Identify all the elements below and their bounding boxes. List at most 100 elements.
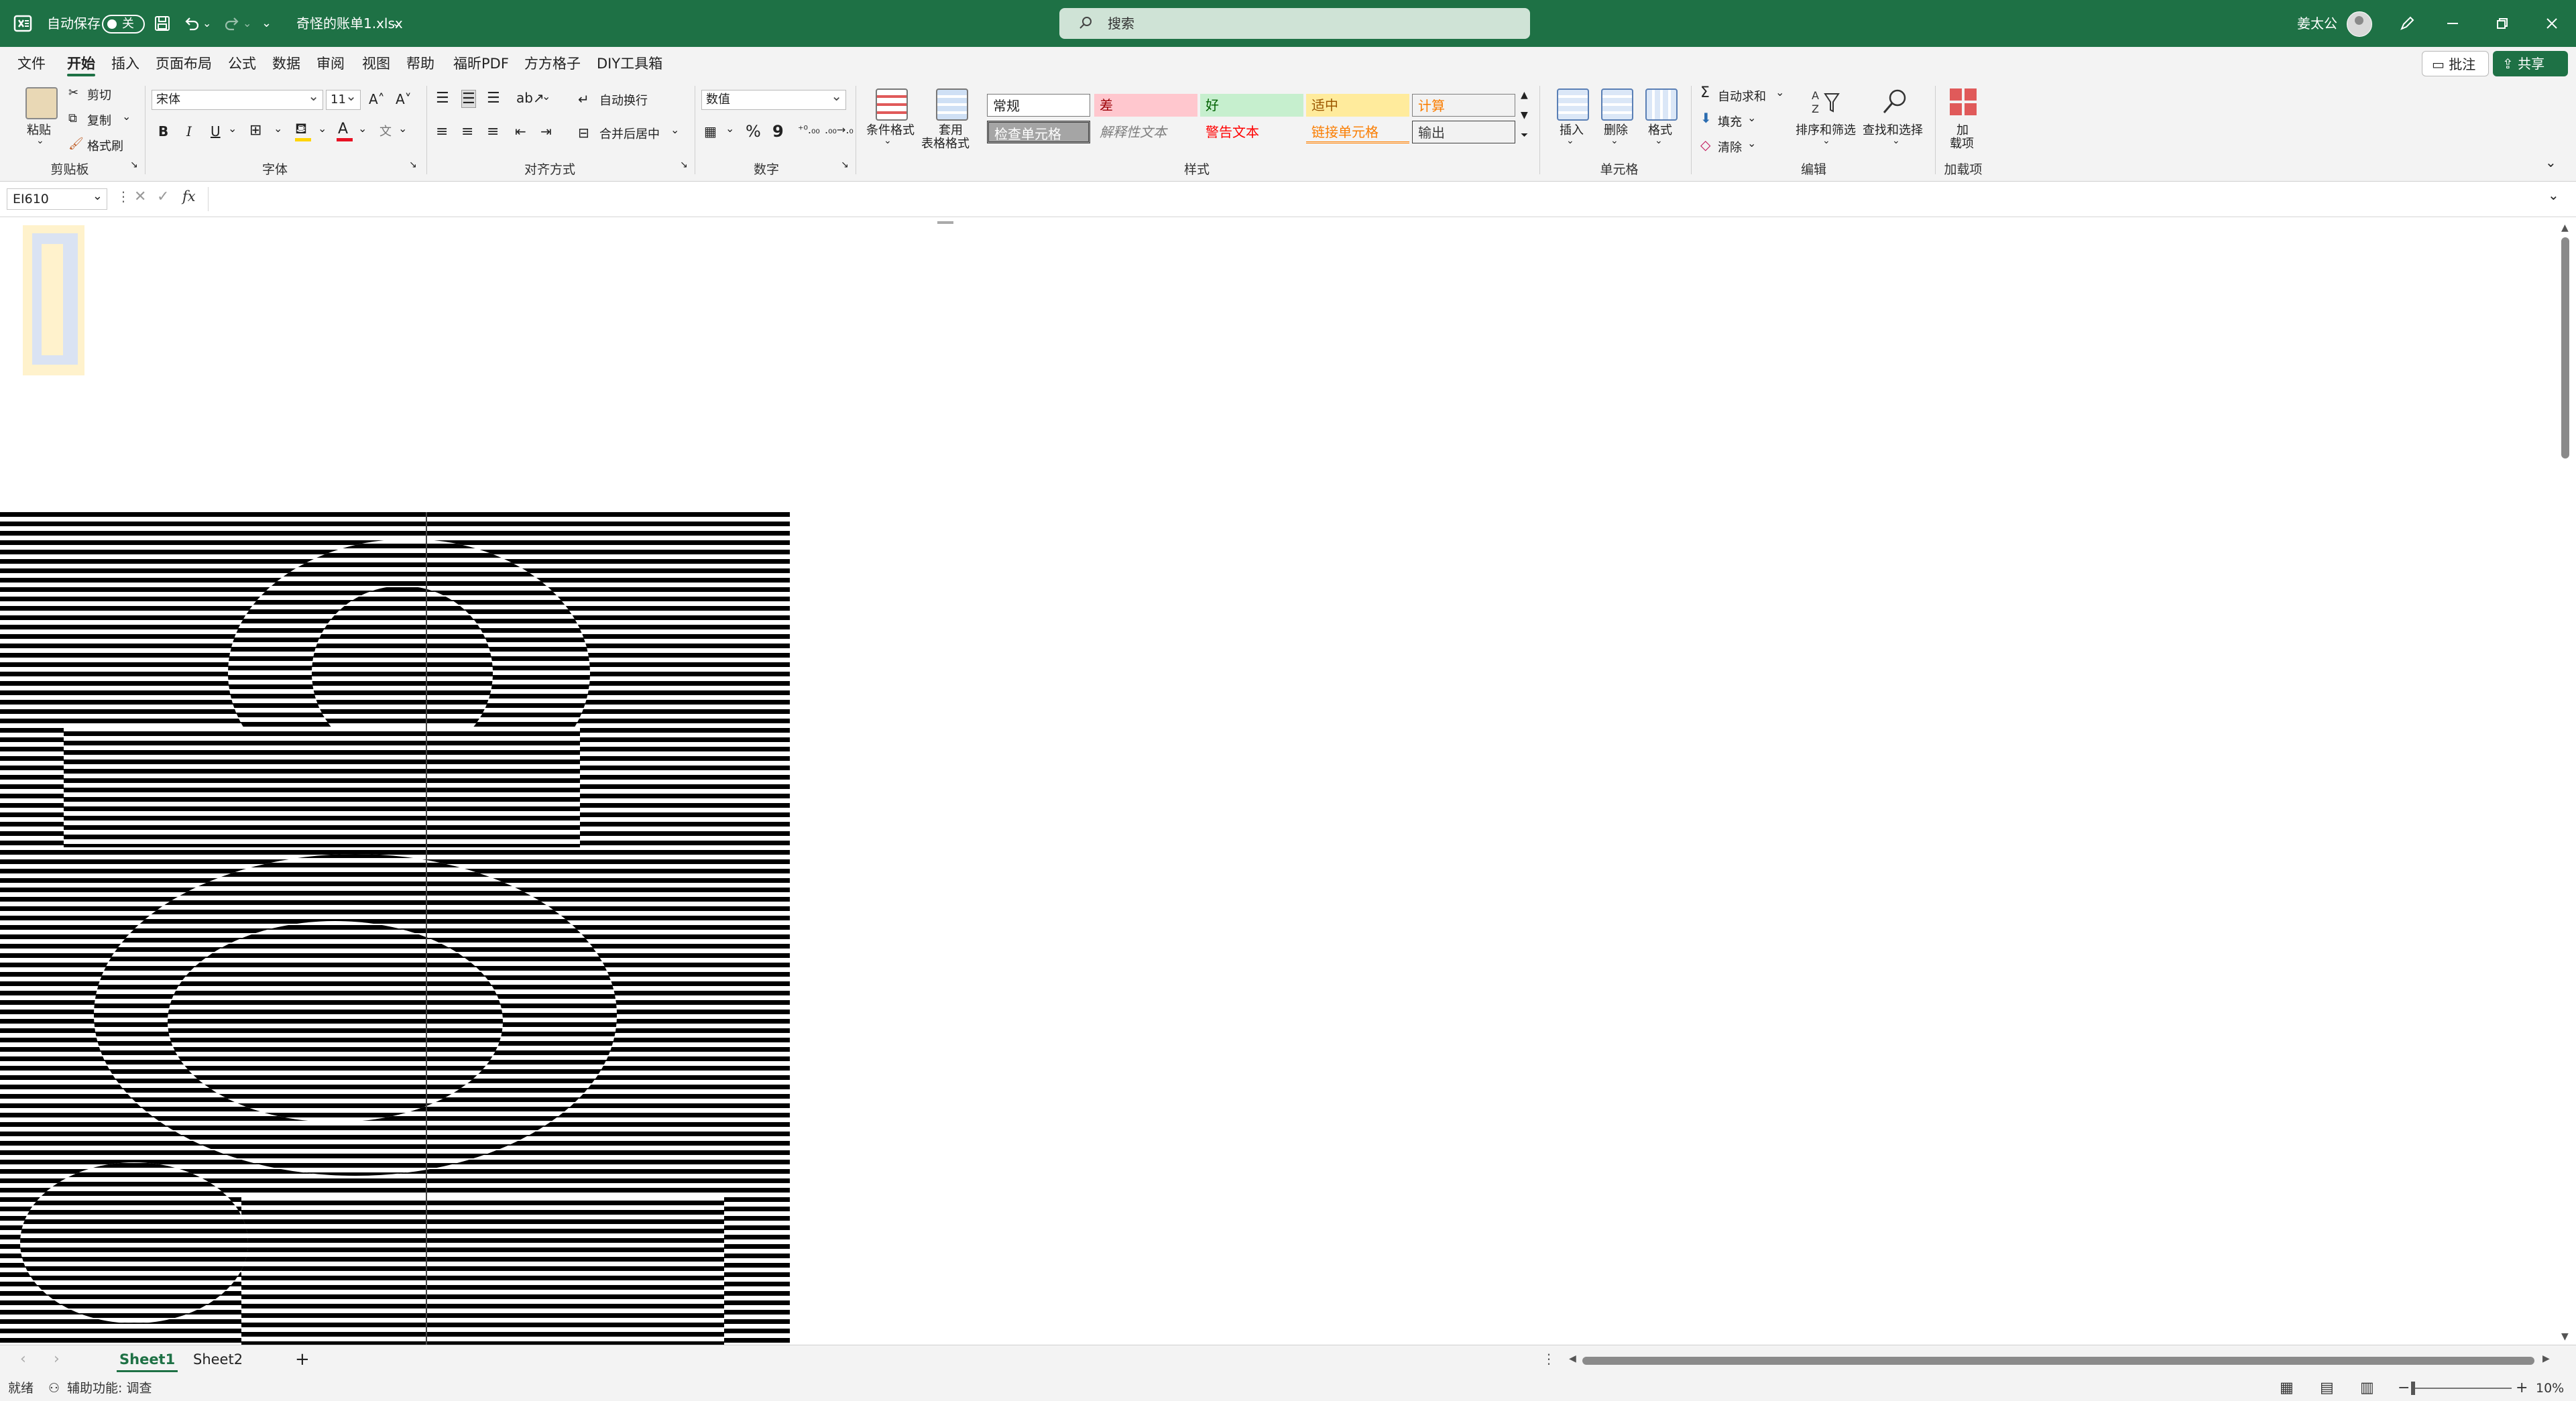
font-size-select[interactable]: 11 [326, 86, 361, 110]
align-left-icon[interactable]: ≡ [436, 123, 448, 140]
alignment-launcher-icon[interactable]: ↘ [680, 160, 688, 170]
tab-fangfang[interactable]: 方方格子 [524, 47, 581, 80]
insert-dropdown-icon[interactable]: ⌄ [1566, 135, 1574, 146]
tab-review[interactable]: 审阅 [316, 47, 345, 80]
style-check-cell[interactable]: 检查单元格 [987, 121, 1090, 143]
fill-color-dropdown-icon[interactable]: ⌄ [318, 122, 327, 135]
accessibility-icon[interactable]: ⚇ [48, 1376, 60, 1401]
number-format-select[interactable]: 数值 [701, 86, 846, 110]
undo-icon[interactable] [178, 10, 205, 37]
accounting-dropdown-icon[interactable]: ⌄ [725, 122, 734, 135]
style-normal[interactable]: 常规 [987, 94, 1090, 117]
zoom-slider-track[interactable] [2411, 1388, 2512, 1389]
decrease-indent-icon[interactable]: ⇤ [515, 123, 526, 139]
wrap-text-label[interactable]: 自动换行 [599, 91, 648, 109]
cut-icon[interactable]: ✂ [68, 86, 78, 100]
merge-center-icon[interactable]: ⊟ [578, 125, 589, 141]
decrease-decimal-icon[interactable]: .₀₀→.₀ [825, 123, 854, 136]
increase-indent-icon[interactable]: ⇥ [540, 123, 552, 139]
copy-dropdown-icon[interactable]: ⌄ [122, 110, 131, 123]
file-name-chevron-icon[interactable]: ⌄ [392, 0, 402, 47]
horizontal-scroll-thumb[interactable] [1582, 1357, 2534, 1365]
font-color-dropdown-icon[interactable]: ⌄ [358, 122, 367, 135]
insert-cells-icon[interactable] [1557, 88, 1589, 121]
format-as-table-icon[interactable] [936, 88, 968, 121]
minimize-icon[interactable] [2439, 10, 2466, 37]
redo-dropdown-icon[interactable]: ⌄ [243, 0, 251, 47]
format-dropdown-icon[interactable]: ⌄ [1655, 135, 1663, 146]
autosum-icon[interactable]: Σ [1700, 84, 1710, 101]
increase-font-icon[interactable]: A˄ [369, 91, 385, 107]
tab-foxit-pdf[interactable]: 福昕PDF [453, 47, 509, 80]
file-name[interactable]: 奇怪的账单1.xlsx [296, 0, 403, 47]
copy-icon[interactable]: ⧉ [68, 111, 77, 125]
conditional-format-dropdown-icon[interactable]: ⌄ [884, 135, 892, 146]
underline-dropdown-icon[interactable]: ⌄ [228, 122, 237, 135]
phonetic-icon[interactable]: 文 [379, 122, 392, 139]
accessibility-status[interactable]: 辅助功能: 调查 [67, 1376, 152, 1401]
format-painter-icon[interactable]: 🖌 [68, 137, 84, 151]
style-bad[interactable]: 差 [1094, 94, 1197, 117]
style-neutral[interactable]: 适中 [1306, 94, 1409, 117]
autosum-label[interactable]: 自动求和 [1718, 87, 1766, 105]
style-output[interactable]: 输出 [1412, 121, 1515, 143]
style-explanatory[interactable]: 解释性文本 [1094, 121, 1197, 143]
tab-page-layout[interactable]: 页面布局 [156, 47, 212, 80]
increase-decimal-icon[interactable]: ⁺⁰.₀₀ [798, 123, 820, 136]
styles-scroll-up-icon[interactable]: ▲ [1521, 90, 1528, 101]
style-good[interactable]: 好 [1200, 94, 1303, 117]
percent-button[interactable]: % [746, 122, 761, 141]
search-box[interactable]: 搜索 [1059, 8, 1530, 39]
zoom-level[interactable]: 10% [2536, 1376, 2564, 1401]
styles-more-icon[interactable]: ⏷ [1521, 130, 1528, 141]
bold-button[interactable]: B [158, 123, 168, 139]
accounting-format-icon[interactable]: ▦ [704, 123, 717, 139]
comment-button[interactable]: ▭ 批注 [2422, 51, 2489, 76]
tab-help[interactable]: 帮助 [406, 47, 434, 80]
expand-formula-bar-icon[interactable]: ⌄ [2548, 187, 2559, 203]
next-sheet-icon[interactable]: › [54, 1351, 60, 1367]
tab-home[interactable]: 开始 [67, 47, 95, 80]
wrap-text-icon[interactable]: ↵ [578, 91, 589, 107]
tab-splitter-icon[interactable]: ⋮ [1542, 1351, 1556, 1367]
style-linked-cell[interactable]: 链接单元格 [1306, 121, 1409, 143]
scroll-split-handle[interactable] [937, 221, 953, 224]
font-color-icon[interactable]: A [338, 121, 348, 137]
delete-cells-icon[interactable] [1601, 88, 1633, 121]
add-sheet-button[interactable]: + [288, 1345, 316, 1374]
undo-dropdown-icon[interactable]: ⌄ [202, 0, 211, 47]
addins-label-2[interactable]: 载项 [1950, 134, 1974, 151]
align-middle-icon[interactable]: ☰ [461, 90, 476, 108]
orientation-icon[interactable]: ab↗ [516, 90, 544, 106]
decrease-font-icon[interactable]: A˅ [396, 91, 412, 107]
merge-dropdown-icon[interactable]: ⌄ [670, 123, 679, 136]
cut-label[interactable]: 剪切 [87, 86, 111, 103]
page-layout-view-icon[interactable]: ▤ [2320, 1376, 2334, 1401]
scroll-down-icon[interactable]: ▼ [2561, 1331, 2569, 1342]
tab-diy-toolbox[interactable]: DIY工具箱 [597, 47, 662, 80]
name-box[interactable]: EI610 ⌄ [7, 188, 107, 210]
comma-style-button[interactable]: 9 [772, 122, 784, 141]
align-center-icon[interactable]: ≡ [461, 123, 473, 140]
name-box-dropdown-icon[interactable]: ⌄ [93, 186, 103, 206]
share-button[interactable]: ⇪ 共享 [2493, 51, 2568, 76]
format-painter-label[interactable]: 格式刷 [87, 137, 123, 154]
zoom-slider-thumb[interactable] [2411, 1382, 2415, 1395]
paste-icon[interactable] [25, 87, 58, 119]
borders-dropdown-icon[interactable]: ⌄ [274, 122, 282, 135]
tab-view[interactable]: 视图 [362, 47, 390, 80]
scroll-left-icon[interactable]: ◀ [1569, 1353, 1576, 1364]
copy-label[interactable]: 复制 [87, 111, 111, 129]
prev-sheet-icon[interactable]: ‹ [20, 1351, 26, 1367]
fill-label[interactable]: 填充 [1718, 113, 1742, 130]
font-launcher-icon[interactable]: ↘ [409, 160, 417, 170]
sort-filter-icon[interactable]: AZ [1810, 87, 1840, 117]
number-launcher-icon[interactable]: ↘ [841, 160, 849, 170]
collapse-ribbon-icon[interactable]: ⌄ [2545, 154, 2557, 170]
confirm-entry-icon[interactable]: ✓ [157, 188, 169, 205]
horizontal-scrollbar[interactable]: ◀ ▶ [1569, 1353, 2555, 1367]
clear-icon[interactable]: ◇ [1700, 137, 1710, 153]
pen-icon[interactable] [2394, 10, 2420, 37]
orientation-dropdown-icon[interactable]: ⌄ [542, 90, 550, 103]
zoom-in-icon[interactable]: + [2516, 1376, 2528, 1401]
